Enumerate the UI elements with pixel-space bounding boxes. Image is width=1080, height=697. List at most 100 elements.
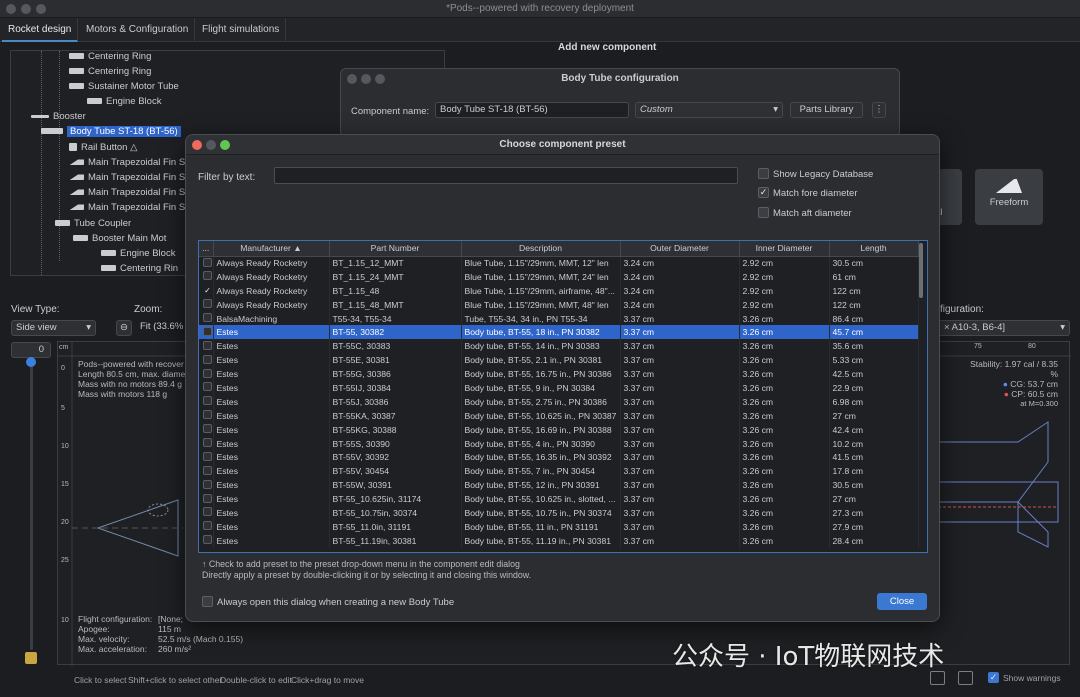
table-row[interactable]: Estes BT-55G, 30386 Body tube, BT-55, 16.7… — [199, 367, 919, 382]
tree-item-sustainer-motor-tube[interactable]: Sustainer Motor Tube — [69, 80, 179, 94]
table-row[interactable]: Estes BT-55_11.0in, 31191 Body tube, BT-55… — [199, 519, 919, 534]
checkbox-box[interactable] — [203, 535, 212, 545]
checkbox-box[interactable] — [203, 438, 212, 448]
row-checkbox-cell[interactable] — [199, 436, 214, 451]
row-checkbox-cell[interactable] — [199, 311, 214, 326]
row-checkbox-cell[interactable] — [199, 325, 214, 340]
zoom-out-button[interactable]: ⊖ — [116, 320, 132, 336]
table-row[interactable]: Estes BT-55KG, 30388 Body tube, BT-55, 16.… — [199, 422, 919, 437]
tree-item-booster[interactable]: Booster — [31, 110, 86, 124]
checkbox-box[interactable] — [203, 313, 212, 322]
tree-item-centering-ring[interactable]: Centering Ring — [69, 51, 151, 64]
component-name-field[interactable]: Body Tube ST-18 (BT-56) — [435, 102, 629, 118]
tree-item-fin-set[interactable]: Main Trapezoidal Fin S — [69, 186, 185, 200]
checkbox-box[interactable] — [203, 354, 212, 364]
component-tile-partial[interactable]: al — [935, 169, 962, 225]
tree-item-fin-set[interactable]: Main Trapezoidal Fin S — [69, 171, 185, 185]
checkbox-box[interactable] — [203, 465, 212, 475]
row-checkbox-cell[interactable] — [199, 533, 214, 548]
checkbox-box[interactable] — [203, 521, 212, 531]
tree-item-booster-motor-tube[interactable]: Booster Main Mot — [73, 232, 166, 246]
table-row[interactable]: Always Ready Rocketry BT_1.15_48_MMT Blue … — [199, 297, 919, 312]
row-checkbox-cell[interactable] — [199, 394, 214, 409]
checkbox-box[interactable] — [203, 451, 212, 461]
tree-item-rail-button[interactable]: Rail Button △ — [69, 141, 137, 155]
row-checkbox-cell[interactable] — [199, 367, 214, 382]
show-legacy-database-checkbox[interactable]: Show Legacy Database — [758, 167, 873, 182]
photo-icon[interactable] — [930, 671, 945, 685]
table-row[interactable]: Estes BT-55V, 30454 Body tube, BT-55, 7 in… — [199, 464, 919, 479]
match-fore-diameter-checkbox[interactable]: ✓ Match fore diameter — [758, 186, 857, 201]
filter-input[interactable] — [274, 167, 738, 184]
tree-item-fin-set[interactable]: Main Trapezoidal Fin S — [69, 156, 185, 170]
parts-library-button[interactable]: Parts Library — [790, 102, 863, 118]
configuration-select[interactable]: × A10-3, B6-4] ▾ — [940, 320, 1070, 336]
table-row[interactable]: Estes BT-55_10.75in, 30374 Body tube, BT-5… — [199, 506, 919, 520]
checkbox-box[interactable] — [203, 340, 212, 350]
table-row[interactable]: BalsaMachining T55-34, T55-34 Tube, T55-34… — [199, 311, 919, 326]
freeform-fin-button[interactable]: Freeform — [975, 169, 1043, 225]
checkbox-box[interactable] — [203, 410, 212, 420]
rotation-field[interactable]: 0 — [11, 342, 51, 358]
lock-icon[interactable] — [25, 652, 37, 664]
row-checkbox-cell[interactable] — [199, 353, 214, 368]
table-row[interactable]: Estes BT-55W, 30391 Body tube, BT-55, 12 i… — [199, 478, 919, 493]
checkbox-box[interactable] — [203, 396, 212, 406]
row-checkbox-cell[interactable] — [199, 408, 214, 423]
row-checkbox-cell[interactable] — [199, 519, 214, 534]
row-checkbox-cell[interactable]: ✓ — [199, 283, 214, 298]
tab-flight-simulations[interactable]: Flight simulations — [196, 18, 287, 42]
column-header-select[interactable]: ... — [199, 241, 214, 257]
column-header-inner-diameter[interactable]: Inner Diameter — [739, 241, 830, 257]
checkbox-box[interactable] — [203, 326, 212, 336]
tree-item-centering-ring[interactable]: Centering Ring — [69, 65, 151, 79]
table-row[interactable]: Estes BT-55J, 30386 Body tube, BT-55, 2.75… — [199, 394, 919, 409]
match-aft-diameter-checkbox[interactable]: Match aft diameter — [758, 206, 852, 221]
row-checkbox-cell[interactable] — [199, 297, 214, 312]
table-row[interactable]: Estes BT-55C, 30383 Body tube, BT-55, 14 i… — [199, 339, 919, 354]
tab-motors-configuration[interactable]: Motors & Configuration — [80, 18, 196, 42]
table-row[interactable]: Estes BT-55_11.19in, 30381 Body tube, BT-5… — [199, 533, 919, 548]
column-header-description[interactable]: Description — [461, 241, 621, 257]
tree-item-fin-set[interactable]: Main Trapezoidal Fin S — [69, 201, 185, 215]
column-header-manufacturer[interactable]: Manufacturer ▲ — [213, 241, 330, 257]
close-button[interactable]: Close — [877, 593, 927, 610]
row-checkbox-cell[interactable] — [199, 339, 214, 354]
row-checkbox-cell[interactable] — [199, 381, 214, 395]
tab-rocket-design[interactable]: Rocket design — [2, 18, 79, 42]
tree-item-engine-block[interactable]: Engine Block — [101, 247, 175, 261]
body-tube-config-dialog[interactable]: Body Tube configuration Component name: … — [340, 68, 900, 138]
row-checkbox-cell[interactable] — [199, 464, 214, 479]
tree-item-centering-ring[interactable]: Centering Rin — [101, 262, 178, 275]
row-checkbox-cell[interactable] — [199, 422, 214, 437]
checkbox-box[interactable] — [203, 507, 212, 517]
row-checkbox-cell[interactable] — [199, 478, 214, 493]
row-checkbox-cell[interactable] — [199, 506, 214, 520]
table-row[interactable]: Estes BT-55E, 30381 Body tube, BT-55, 2.1 … — [199, 353, 919, 368]
rotation-slider-thumb[interactable] — [26, 357, 36, 367]
checkbox-box[interactable] — [203, 493, 212, 503]
preset-table[interactable]: ... Manufacturer ▲ Part Number Descripti… — [198, 240, 928, 553]
checkbox-box[interactable] — [203, 479, 212, 489]
table-row[interactable]: Estes BT-55KA, 30387 Body tube, BT-55, 10.… — [199, 408, 919, 423]
checkbox-box[interactable] — [203, 271, 212, 281]
row-checkbox-cell[interactable] — [199, 256, 214, 270]
table-row[interactable]: ✓ Always Ready Rocketry BT_1.15_48 Blue Tub… — [199, 283, 919, 298]
tree-item-body-tube[interactable]: Body Tube ST-18 (BT-56) — [39, 125, 181, 139]
table-row[interactable]: Estes BT-55_10.625in, 31174 Body tube, BT-… — [199, 492, 919, 507]
column-header-outer-diameter[interactable]: Outer Diameter — [620, 241, 740, 257]
tree-item-tube-coupler[interactable]: Tube Coupler — [55, 217, 131, 231]
checkbox-box[interactable] — [203, 368, 212, 378]
table-row[interactable]: Estes BT-55, 30382 Body tube, BT-55, 18 in… — [199, 325, 919, 340]
camera-icon[interactable] — [958, 671, 973, 685]
zoom-select[interactable]: Fit (33.6% — [136, 320, 186, 336]
table-row[interactable]: Always Ready Rocketry BT_1.15_12_MMT Blue … — [199, 256, 919, 270]
preset-select[interactable]: Custom ▾ — [635, 102, 783, 118]
always-open-checkbox[interactable]: Always open this dialog when creating a … — [202, 596, 454, 608]
table-row[interactable]: Always Ready Rocketry BT_1.15_24_MMT Blue … — [199, 269, 919, 284]
checkbox-box[interactable] — [203, 257, 212, 267]
more-options-icon[interactable]: ⋮ — [872, 102, 886, 118]
row-checkbox-cell[interactable] — [199, 450, 214, 465]
checkbox-box[interactable] — [203, 424, 212, 434]
table-row[interactable]: Estes BT-55IJ, 30384 Body tube, BT-55, 9 i… — [199, 381, 919, 395]
